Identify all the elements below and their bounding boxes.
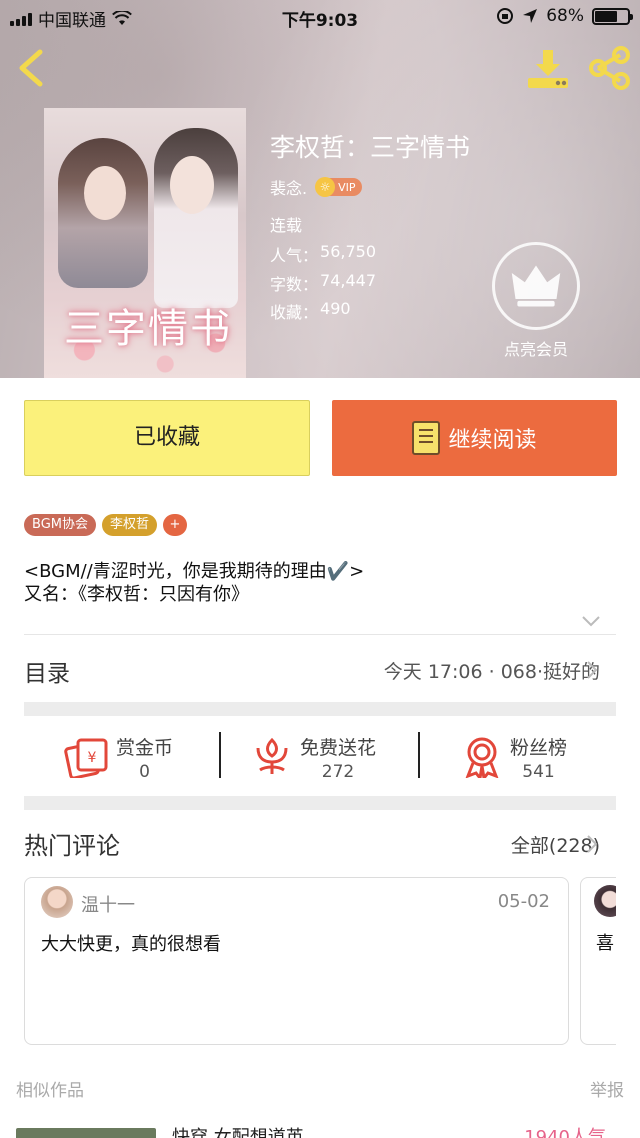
flower-icon bbox=[256, 737, 288, 774]
serial-status: 连载 bbox=[270, 216, 303, 235]
cover-face-right bbox=[170, 156, 214, 214]
section-separator bbox=[24, 796, 616, 810]
add-tag-button[interactable]: + bbox=[163, 514, 187, 536]
battery-icon bbox=[592, 7, 633, 25]
action-bar: ¥ 赏金币 0 免费送花 272 粉丝榜 541 bbox=[24, 718, 616, 796]
battery-percent: 68% bbox=[546, 6, 584, 26]
toc-label[interactable]: 目录 bbox=[24, 654, 70, 688]
word-count-row: 字数： 74,447 bbox=[270, 271, 376, 295]
share-icon[interactable] bbox=[586, 46, 632, 90]
word-count-value: 74,447 bbox=[320, 271, 376, 290]
fan-ranking-button[interactable]: 粉丝榜 541 bbox=[462, 718, 567, 796]
action-divider bbox=[219, 732, 221, 778]
sun-icon: ☼ bbox=[315, 177, 336, 197]
comment-card-partial[interactable]: 喜 bbox=[580, 877, 616, 1045]
hot-comments-label: 热门评论 bbox=[24, 832, 120, 860]
author-row: 裴念. ☼ VIP bbox=[270, 175, 362, 199]
battery-level bbox=[595, 10, 617, 22]
vip-badge: ☼ VIP bbox=[315, 177, 362, 197]
vip-label: VIP bbox=[338, 180, 356, 194]
comment-date: 05-02 bbox=[497, 891, 550, 912]
favorites-value: 490 bbox=[320, 299, 351, 318]
member-label[interactable]: 点亮会员 bbox=[480, 336, 592, 360]
send-flower-label: 免费送花 bbox=[300, 736, 377, 759]
comment-text: 大大快更，真的很想看 bbox=[41, 934, 221, 955]
svg-text:¥: ¥ bbox=[88, 750, 97, 766]
back-icon[interactable] bbox=[14, 48, 50, 88]
send-flower-value: 272 bbox=[321, 761, 355, 782]
popularity-label: 人气： bbox=[270, 246, 319, 265]
send-flower-button[interactable]: 免费送花 272 bbox=[252, 718, 376, 796]
similar-works-label: 相似作品 bbox=[16, 1081, 84, 1101]
chevron-right-icon[interactable] bbox=[586, 660, 598, 680]
rotation-lock-icon bbox=[497, 8, 514, 24]
section-separator bbox=[24, 702, 616, 716]
comment-username[interactable]: 温十一 bbox=[81, 891, 135, 917]
expand-chevron-icon[interactable] bbox=[580, 614, 602, 628]
chevron-right-icon[interactable] bbox=[586, 834, 598, 854]
comment-text: 喜 bbox=[596, 933, 614, 954]
word-count-label: 字数： bbox=[270, 275, 319, 294]
location-icon bbox=[523, 9, 538, 23]
favorites-label: 收藏： bbox=[270, 303, 319, 322]
popularity-value: 56,750 bbox=[320, 242, 376, 261]
tag-bgm[interactable]: BGM协会 bbox=[24, 514, 96, 536]
status-right: 68% bbox=[496, 6, 633, 26]
cover-title-text: 三字情书 bbox=[64, 306, 232, 352]
red-envelope-icon: ¥ bbox=[64, 738, 108, 778]
popularity-row: 人气： 56,750 bbox=[270, 242, 376, 266]
reward-coins-value: 0 bbox=[139, 761, 150, 782]
crown-icon[interactable] bbox=[492, 242, 580, 330]
cover-figure-right bbox=[154, 128, 238, 308]
book-title: 李权哲：三字情书 bbox=[270, 133, 471, 162]
similar-work-popularity: 1940人气 bbox=[524, 1127, 606, 1138]
divider bbox=[24, 634, 616, 635]
status-bar: 中国联通 下午9:03 68% bbox=[0, 0, 640, 34]
action-divider bbox=[418, 732, 420, 778]
favorites-row: 收藏： 490 bbox=[270, 299, 351, 323]
download-icon[interactable] bbox=[526, 46, 570, 90]
book-icon bbox=[412, 421, 441, 455]
continue-reading-button[interactable]: 继续阅读 bbox=[332, 400, 617, 476]
fan-ranking-value: 541 bbox=[522, 761, 555, 782]
reward-coins-button[interactable]: ¥ 赏金币 0 bbox=[64, 718, 173, 796]
continue-reading-label: 继续阅读 bbox=[448, 428, 537, 453]
medal-icon bbox=[465, 737, 499, 778]
reward-coins-label: 赏金币 bbox=[116, 736, 174, 759]
toc-latest-chapter[interactable]: 今天 17:06 · 068·挺好的 bbox=[384, 657, 600, 684]
book-description: <BGM//青涩时光，你是我期待的理由✔️> 又名：《李权哲：只因有你》 bbox=[24, 560, 364, 606]
fan-ranking-label: 粉丝榜 bbox=[510, 736, 568, 759]
description-line-1: <BGM//青涩时光，你是我期待的理由✔️> bbox=[24, 561, 365, 582]
tag-character[interactable]: 李权哲 bbox=[101, 514, 157, 536]
similar-work-thumbnail[interactable] bbox=[16, 1128, 156, 1138]
tag-list: BGM协会 李权哲 + bbox=[24, 514, 187, 536]
book-header: 中国联通 下午9:03 68% 三字情书 李权哲：三字情书 裴念. ☼ VIP … bbox=[0, 0, 640, 378]
comment-card[interactable]: 温十一 05-02 大大快更，真的很想看 bbox=[24, 877, 569, 1045]
report-link[interactable]: 举报 bbox=[590, 1076, 624, 1101]
author-name[interactable]: 裴念. bbox=[270, 175, 307, 199]
avatar[interactable] bbox=[41, 886, 73, 918]
favorited-button[interactable]: 已收藏 bbox=[24, 400, 310, 476]
book-cover[interactable]: 三字情书 bbox=[44, 108, 246, 378]
similar-work-title[interactable]: 快穿 女配想道英 bbox=[172, 1126, 304, 1138]
description-line-2: 又名：《李权哲：只因有你》 bbox=[24, 584, 249, 605]
cover-face-left bbox=[84, 166, 126, 220]
